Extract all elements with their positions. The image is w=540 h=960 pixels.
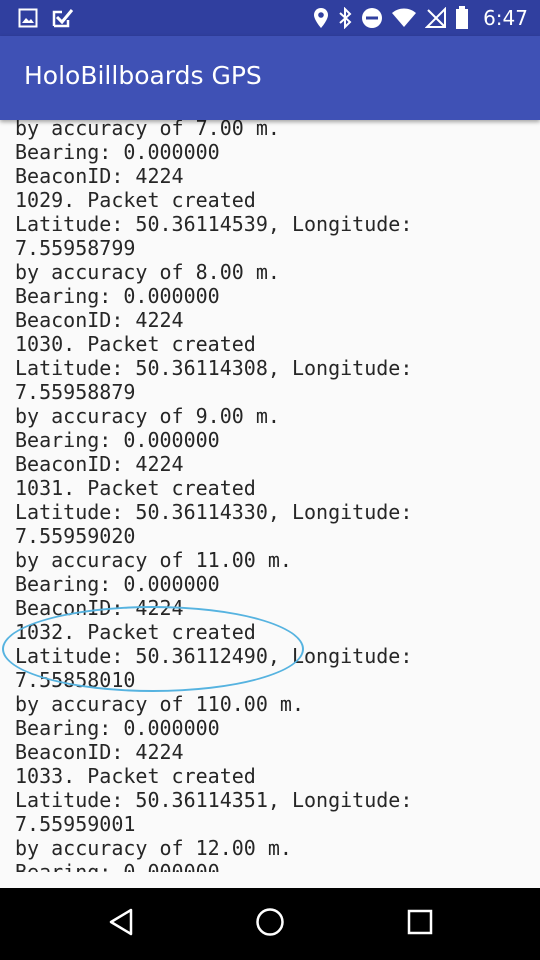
notification-icons — [18, 7, 74, 29]
log-line: Bearing: 0.000000 — [15, 572, 220, 596]
location-icon — [313, 7, 329, 29]
no-sim-icon — [425, 7, 447, 29]
log-line: 7.55858010 — [15, 668, 136, 692]
home-icon — [255, 907, 285, 941]
battery-icon — [455, 6, 469, 30]
status-bar: 6:47 — [0, 0, 540, 36]
log-line: Latitude: 50.36114330, Longitude: — [15, 500, 413, 524]
log-line: 1030. Packet created — [15, 332, 256, 356]
log-line: Bearing: 0.000000 — [15, 716, 220, 740]
home-button[interactable] — [250, 904, 290, 944]
do-not-disturb-icon — [361, 7, 383, 29]
log-line: Latitude: 50.36114351, Longitude: — [15, 788, 413, 812]
navigation-bar — [0, 888, 540, 960]
log-scroll-view[interactable]: by accuracy of 7.00 m. Bearing: 0.000000 B… — [0, 120, 540, 872]
log-line: by accuracy of 12.00 m. — [15, 836, 292, 860]
image-icon — [18, 8, 38, 28]
log-line: 1032. Packet created — [15, 620, 256, 644]
recents-button[interactable] — [400, 904, 440, 944]
log-line: BeaconID: 4224 — [15, 596, 184, 620]
back-icon — [108, 908, 134, 940]
log-line: Bearing: 0.000000 — [15, 428, 220, 452]
log-line: by accuracy of 8.00 m. — [15, 260, 280, 284]
log-line: Latitude: 50.36114539, Longitude: — [15, 212, 413, 236]
recents-icon — [407, 909, 433, 939]
log-line: BeaconID: 4224 — [15, 452, 184, 476]
app-bar: HoloBillboards GPS — [0, 36, 540, 120]
log-line: BeaconID: 4224 — [15, 308, 184, 332]
log-line: Bearing: 0.000000 — [15, 140, 220, 164]
log-line: BeaconID: 4224 — [15, 740, 184, 764]
log-line: 7.55958799 — [15, 236, 136, 260]
log-line: 7.55959001 — [15, 812, 136, 836]
log-line: by accuracy of 110.00 m. — [15, 692, 304, 716]
app-title: HoloBillboards GPS — [24, 61, 262, 90]
log-line: 7.55958879 — [15, 380, 136, 404]
log-line: by accuracy of 9.00 m. — [15, 404, 280, 428]
log-line: Bearing: 0.000000 — [15, 284, 220, 308]
log-line: 7.55959020 — [15, 524, 136, 548]
log-line: BeaconID: 4224 — [15, 164, 184, 188]
log-line: Latitude: 50.36114308, Longitude: — [15, 356, 413, 380]
wifi-icon — [391, 7, 417, 29]
bluetooth-icon — [337, 7, 353, 29]
log-line: by accuracy of 11.00 m. — [15, 548, 292, 572]
log-line: by accuracy of 7.00 m. — [15, 120, 280, 140]
log-line: Bearing: 0.000000 — [15, 860, 220, 872]
log-line: 1033. Packet created — [15, 764, 256, 788]
log-text: by accuracy of 7.00 m. Bearing: 0.000000 B… — [15, 120, 412, 872]
system-icons: 6:47 — [313, 6, 528, 30]
log-line: Latitude: 50.36112490, Longitude: — [15, 644, 413, 668]
log-line: 1031. Packet created — [15, 476, 256, 500]
status-clock: 6:47 — [483, 6, 528, 30]
log-line: 1029. Packet created — [15, 188, 256, 212]
back-button[interactable] — [101, 904, 141, 944]
checkbox-icon — [52, 8, 74, 28]
